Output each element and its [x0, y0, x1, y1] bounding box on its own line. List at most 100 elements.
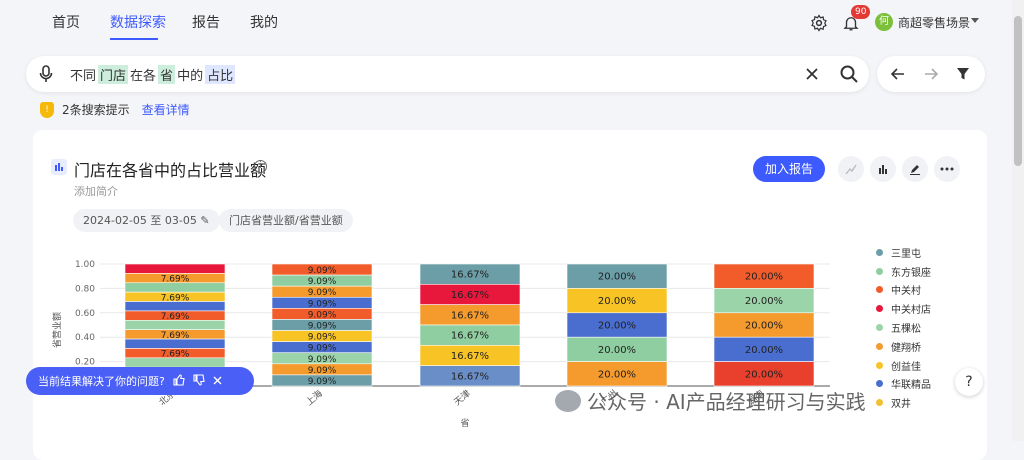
data-label: 16.67% — [451, 371, 489, 382]
thumbs-up-icon[interactable] — [173, 373, 185, 389]
feedback-bar: 当前结果解决了你的问题? — [26, 367, 254, 395]
chevron-down-icon[interactable] — [971, 18, 979, 23]
avatar[interactable]: 何 — [875, 13, 893, 31]
thumbs-down-icon[interactable] — [193, 373, 205, 389]
query-token: 不同 — [70, 69, 97, 84]
data-label: 20.00% — [745, 369, 783, 380]
add-description-link[interactable]: 添加简介 — [74, 183, 118, 199]
data-label: 16.67% — [451, 310, 489, 321]
scene-selector-label[interactable]: 商超零售场景 — [898, 14, 970, 31]
search-tip: ! 2条搜索提示 查看详情 — [40, 101, 190, 118]
back-arrow-icon[interactable] — [889, 65, 907, 83]
feedback-question: 当前结果解决了你的问题? — [38, 375, 165, 388]
legend-item[interactable]: 三里屯 — [876, 243, 931, 262]
bar-chart-type-icon[interactable] — [870, 156, 896, 182]
data-label: 9.09% — [308, 277, 337, 287]
microphone-icon[interactable] — [36, 64, 56, 84]
legend-item[interactable]: 东方银座 — [876, 262, 931, 281]
legend-item[interactable]: 中关村 — [876, 281, 931, 300]
close-icon[interactable] — [213, 375, 222, 388]
legend-swatch — [876, 361, 883, 369]
legend-label: 华联精品 — [891, 380, 931, 392]
legend-item[interactable]: 创益佳 — [876, 356, 931, 375]
data-label: 20.00% — [745, 321, 783, 332]
data-label: 16.67% — [451, 351, 489, 362]
metric-chip[interactable]: 门店省营业额/省营业额 — [219, 209, 353, 232]
legend-swatch — [876, 324, 883, 332]
data-label: 16.67% — [451, 270, 489, 281]
help-question-icon[interactable]: ? — [955, 368, 983, 396]
scrollbar-thumb[interactable] — [1014, 16, 1022, 166]
settings-gear-icon[interactable] — [808, 12, 830, 34]
search-bar[interactable]: 不同 门店 在各 省 中的 占比 — [26, 56, 869, 92]
chart-title: 门店在各省中的占比营业额 — [74, 161, 267, 180]
query-token-ratio: 占比 — [205, 65, 236, 84]
legend-label: 创益佳 — [891, 361, 921, 373]
query-token: 中的 — [177, 69, 204, 84]
bar-segment — [124, 320, 226, 330]
data-label: 20.00% — [598, 296, 636, 307]
clear-icon[interactable] — [802, 64, 822, 84]
query-token: 在各 — [130, 69, 157, 84]
legend-item[interactable]: 华联精品 — [876, 375, 931, 394]
legend-item[interactable]: 中关村店 — [876, 299, 931, 318]
notification-badge: 90 — [851, 5, 871, 19]
data-label: 20.00% — [598, 272, 636, 283]
data-label: 9.09% — [308, 344, 337, 354]
query-token-province: 省 — [158, 65, 176, 84]
watermark: 公众号 · AI产品经理研习与实践 — [555, 386, 866, 415]
nav-item-reports[interactable]: 报告 — [192, 12, 220, 32]
legend-swatch — [876, 305, 883, 313]
search-query[interactable]: 不同 门店 在各 省 中的 占比 — [70, 65, 236, 84]
y-tick-label: 0.40 — [75, 333, 95, 343]
filter-icon[interactable] — [954, 65, 972, 83]
tip-details-link[interactable]: 查看详情 — [142, 101, 190, 118]
legend-label: 东方银座 — [891, 267, 931, 279]
y-tick-label: 1.00 — [75, 260, 95, 270]
legend-label: 中关村店 — [891, 305, 931, 317]
legend-label: 双井 — [891, 399, 911, 411]
legend-swatch — [876, 267, 883, 275]
bar-segment — [124, 301, 226, 312]
x-tick-label: 天津 — [452, 388, 473, 408]
data-label: 9.09% — [308, 333, 337, 343]
tip-text: 2条搜索提示 — [62, 103, 130, 117]
nav-item-data-explore[interactable]: 数据探索 — [110, 12, 166, 32]
legend-item[interactable]: 五棵松 — [876, 318, 931, 337]
wechat-logo-icon — [555, 389, 581, 412]
search-icon[interactable] — [838, 63, 860, 85]
bar-segment — [124, 357, 226, 368]
legend-swatch — [876, 286, 883, 294]
bar-segment — [124, 282, 226, 293]
y-axis-label: 省营业额 — [51, 312, 63, 348]
forward-arrow-icon[interactable] — [922, 65, 940, 83]
legend-item[interactable]: 健翔桥 — [876, 337, 931, 356]
trend-chart-icon[interactable] — [838, 156, 864, 182]
legend-item[interactable]: 双井 — [876, 393, 931, 412]
data-label: 9.09% — [308, 366, 337, 376]
date-range-chip[interactable]: 2024-02-05 至 03-05 ✎ — [73, 209, 220, 232]
nav-item-home[interactable]: 首页 — [52, 12, 80, 32]
data-label: 9.09% — [308, 266, 337, 276]
legend-swatch — [876, 342, 883, 350]
data-label: 20.00% — [745, 272, 783, 283]
legend-swatch — [876, 399, 883, 407]
legend-swatch — [876, 380, 883, 388]
add-to-report-button[interactable]: 加入报告 — [753, 156, 825, 182]
edit-pencil-icon: ✎ — [200, 214, 210, 227]
edit-icon[interactable] — [902, 156, 928, 182]
data-label: 9.09% — [308, 299, 337, 309]
data-label: 20.00% — [598, 345, 636, 356]
info-icon[interactable]: i — [254, 160, 267, 173]
x-tick-label: 上海 — [303, 387, 325, 408]
x-axis-label: 省 — [460, 417, 469, 429]
legend-label: 中关村 — [891, 286, 921, 298]
bar-chart-icon — [51, 159, 67, 175]
legend-label: 三里屯 — [891, 248, 921, 260]
nav-item-mine[interactable]: 我的 — [250, 12, 278, 32]
more-icon[interactable] — [934, 156, 960, 182]
y-tick-label: 0.60 — [75, 309, 95, 319]
hint-shield-icon: ! — [40, 101, 54, 118]
data-label: 9.09% — [308, 288, 337, 298]
data-label: 20.00% — [598, 369, 636, 380]
